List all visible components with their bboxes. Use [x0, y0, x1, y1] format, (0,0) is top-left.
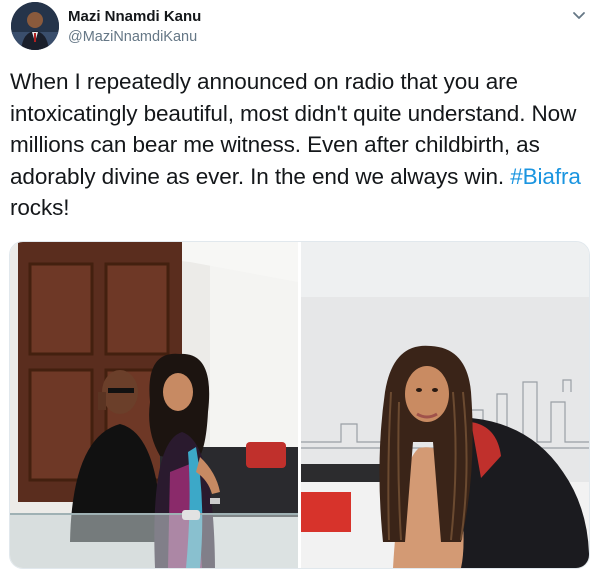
photo-woman-braids — [301, 242, 589, 568]
tweet-text-tail: rocks! — [10, 195, 70, 220]
media-grid — [9, 241, 590, 569]
chevron-down-icon[interactable] — [572, 8, 586, 22]
avatar[interactable] — [11, 2, 59, 50]
photo-woman[interactable] — [301, 242, 589, 568]
tweet-card: Mazi Nnamdi Kanu @MaziNnamdiKanu When I … — [0, 0, 596, 571]
tweet-text: When I repeatedly announced on radio tha… — [10, 66, 590, 224]
photo-couple[interactable] — [10, 242, 298, 568]
tweet-text-body: When I repeatedly announced on radio tha… — [10, 69, 577, 189]
photo-couple-sofa — [10, 242, 298, 568]
author-name[interactable]: Mazi Nnamdi Kanu — [68, 8, 201, 25]
author-handle[interactable]: @MaziNnamdiKanu — [68, 29, 197, 45]
user-avatar-icon — [11, 2, 59, 50]
hashtag-link[interactable]: #Biafra — [510, 164, 581, 189]
